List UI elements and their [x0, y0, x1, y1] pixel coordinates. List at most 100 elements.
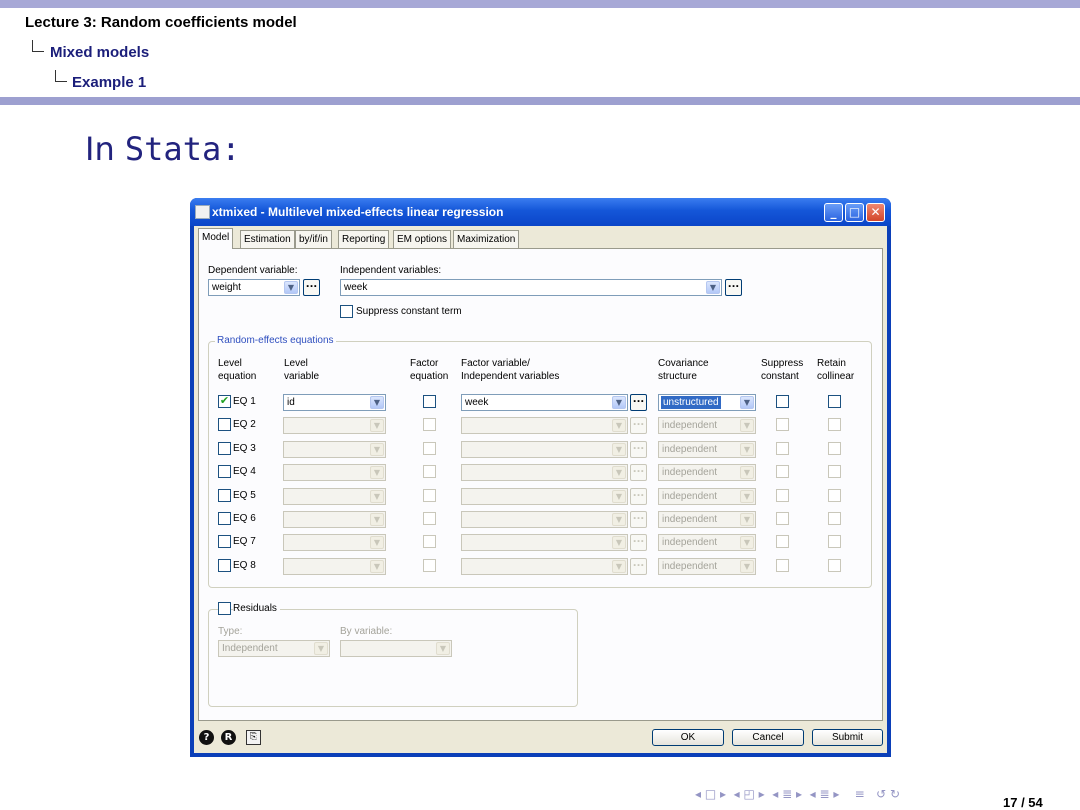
chevron-down-icon[interactable]: ▼	[370, 419, 384, 433]
chevron-down-icon[interactable]: ▼	[612, 536, 626, 550]
eq-enable-checkbox[interactable]	[218, 465, 231, 479]
retain-collinear-checkbox[interactable]	[828, 418, 841, 432]
suppress-constant-eq-checkbox[interactable]	[776, 418, 789, 432]
covariance-combo[interactable]: independent ▼	[658, 417, 756, 435]
eq-enable-checkbox[interactable]	[218, 418, 231, 432]
retain-collinear-checkbox[interactable]	[828, 488, 841, 502]
chevron-down-icon[interactable]: ▼	[740, 396, 754, 409]
eq-enable-checkbox[interactable]	[218, 441, 231, 455]
factor-equation-checkbox[interactable]	[423, 441, 436, 455]
chevron-down-icon[interactable]: ▼	[612, 466, 626, 480]
chevron-down-icon[interactable]: ▼	[370, 466, 384, 480]
chevron-down-icon[interactable]: ▼	[740, 513, 754, 526]
retain-collinear-checkbox[interactable]	[828, 441, 841, 455]
eq-enable-checkbox[interactable]	[218, 488, 231, 502]
chevron-down-icon[interactable]: ▼	[740, 536, 754, 550]
factor-browse-button[interactable]: ...	[630, 394, 647, 411]
chevron-down-icon[interactable]: ▼	[612, 513, 626, 526]
help-icon[interactable]: ?	[199, 730, 214, 745]
suppress-constant-eq-checkbox[interactable]	[776, 441, 789, 455]
covariance-combo[interactable]: independent ▼	[658, 487, 756, 505]
chevron-down-icon[interactable]: ▼	[612, 559, 626, 573]
eq-enable-checkbox[interactable]	[218, 512, 231, 525]
chevron-down-icon[interactable]: ▼	[370, 396, 384, 409]
level-variable-combo[interactable]: ▼	[283, 534, 386, 552]
eq-enable-checkbox[interactable]: ✔	[218, 395, 231, 408]
covariance-combo[interactable]: independent ▼	[658, 511, 756, 528]
chevron-down-icon[interactable]: ▼	[370, 489, 384, 503]
factor-equation-checkbox[interactable]	[423, 418, 436, 432]
chevron-down-icon[interactable]: ▼	[612, 489, 626, 503]
level-variable-combo[interactable]: ▼	[283, 464, 386, 482]
submit-button[interactable]: Submit	[812, 729, 883, 746]
factor-equation-checkbox[interactable]	[423, 512, 436, 525]
chevron-down-icon[interactable]: ▼	[436, 642, 450, 655]
suppress-constant-checkbox[interactable]	[340, 305, 353, 318]
chevron-down-icon[interactable]: ▼	[612, 396, 626, 409]
factor-browse-button[interactable]: ...	[630, 440, 647, 458]
chevron-down-icon[interactable]: ▼	[370, 536, 384, 550]
chevron-down-icon[interactable]: ▼	[612, 442, 626, 456]
factor-equation-checkbox[interactable]	[423, 535, 436, 549]
copy-icon[interactable]: ⎘	[246, 730, 261, 745]
dependent-browse-button[interactable]: ...	[303, 279, 320, 296]
residuals-by-combo[interactable]: ▼	[340, 640, 452, 657]
chevron-down-icon[interactable]: ▼	[740, 489, 754, 503]
retain-collinear-checkbox[interactable]	[828, 535, 841, 549]
factor-equation-checkbox[interactable]	[423, 395, 436, 408]
tab-em-options[interactable]: EM options	[393, 230, 452, 248]
level-variable-combo[interactable]: ▼	[283, 557, 386, 575]
covariance-combo[interactable]: independent ▼	[658, 534, 756, 552]
factor-variable-combo[interactable]: ▼	[461, 511, 628, 528]
retain-collinear-checkbox[interactable]	[828, 558, 841, 572]
factor-variable-combo[interactable]: ▼	[461, 417, 628, 435]
factor-variable-combo[interactable]: ▼	[461, 464, 628, 482]
factor-variable-combo[interactable]: ▼	[461, 487, 628, 505]
retain-collinear-checkbox[interactable]	[828, 465, 841, 479]
close-button[interactable]: ✕	[866, 203, 885, 222]
factor-variable-combo[interactable]: week ▼	[461, 394, 628, 411]
factor-browse-button[interactable]: ...	[630, 557, 647, 575]
residuals-type-combo[interactable]: Independent ▼	[218, 640, 330, 657]
dependent-combo[interactable]: weight ▼	[208, 279, 300, 296]
chevron-down-icon[interactable]: ▼	[740, 419, 754, 433]
reset-icon[interactable]: R	[221, 730, 236, 745]
dialog-titlebar[interactable]: xtmixed - Multilevel mixed-effects linea…	[190, 198, 891, 226]
tab-model[interactable]: Model	[198, 228, 234, 249]
factor-variable-combo[interactable]: ▼	[461, 557, 628, 575]
chevron-down-icon[interactable]: ▼	[740, 559, 754, 573]
suppress-constant-eq-checkbox[interactable]	[776, 512, 789, 525]
factor-variable-combo[interactable]: ▼	[461, 440, 628, 458]
independent-browse-button[interactable]: ...	[725, 279, 742, 296]
tab-maximization[interactable]: Maximization	[453, 230, 520, 248]
chevron-down-icon[interactable]: ▼	[740, 442, 754, 456]
maximize-button[interactable]: □	[845, 203, 864, 222]
factor-equation-checkbox[interactable]	[423, 488, 436, 502]
level-variable-combo[interactable]: ▼	[283, 417, 386, 435]
level-variable-combo[interactable]: ▼	[283, 511, 386, 528]
chevron-down-icon[interactable]: ▼	[284, 281, 298, 294]
chevron-down-icon[interactable]: ▼	[740, 466, 754, 480]
factor-browse-button[interactable]: ...	[630, 511, 647, 528]
factor-browse-button[interactable]: ...	[630, 534, 647, 552]
tab-by-if-in[interactable]: by/if/in	[295, 230, 332, 248]
suppress-constant-eq-checkbox[interactable]	[776, 558, 789, 572]
eq-enable-checkbox[interactable]	[218, 535, 231, 549]
chevron-down-icon[interactable]: ▼	[314, 642, 328, 655]
factor-variable-combo[interactable]: ▼	[461, 534, 628, 552]
beamer-nav-icons[interactable]: ◂ □ ▸ ◂ ◰ ▸ ◂ ≣ ▸ ◂ ≣ ▸ ≡ ↺ ↻	[695, 787, 900, 801]
factor-browse-button[interactable]: ...	[630, 487, 647, 505]
factor-equation-checkbox[interactable]	[423, 465, 436, 479]
cancel-button[interactable]: Cancel	[732, 729, 804, 746]
chevron-down-icon[interactable]: ▼	[612, 419, 626, 433]
suppress-constant-eq-checkbox[interactable]	[776, 395, 789, 408]
ok-button[interactable]: OK	[652, 729, 724, 746]
residuals-checkbox[interactable]	[218, 602, 231, 615]
factor-equation-checkbox[interactable]	[423, 558, 436, 572]
level-variable-combo[interactable]: ▼	[283, 487, 386, 505]
level-variable-combo[interactable]: ▼	[283, 440, 386, 458]
suppress-constant-eq-checkbox[interactable]	[776, 465, 789, 479]
chevron-down-icon[interactable]: ▼	[706, 281, 720, 294]
suppress-constant-eq-checkbox[interactable]	[776, 488, 789, 502]
tab-estimation[interactable]: Estimation	[240, 230, 295, 248]
